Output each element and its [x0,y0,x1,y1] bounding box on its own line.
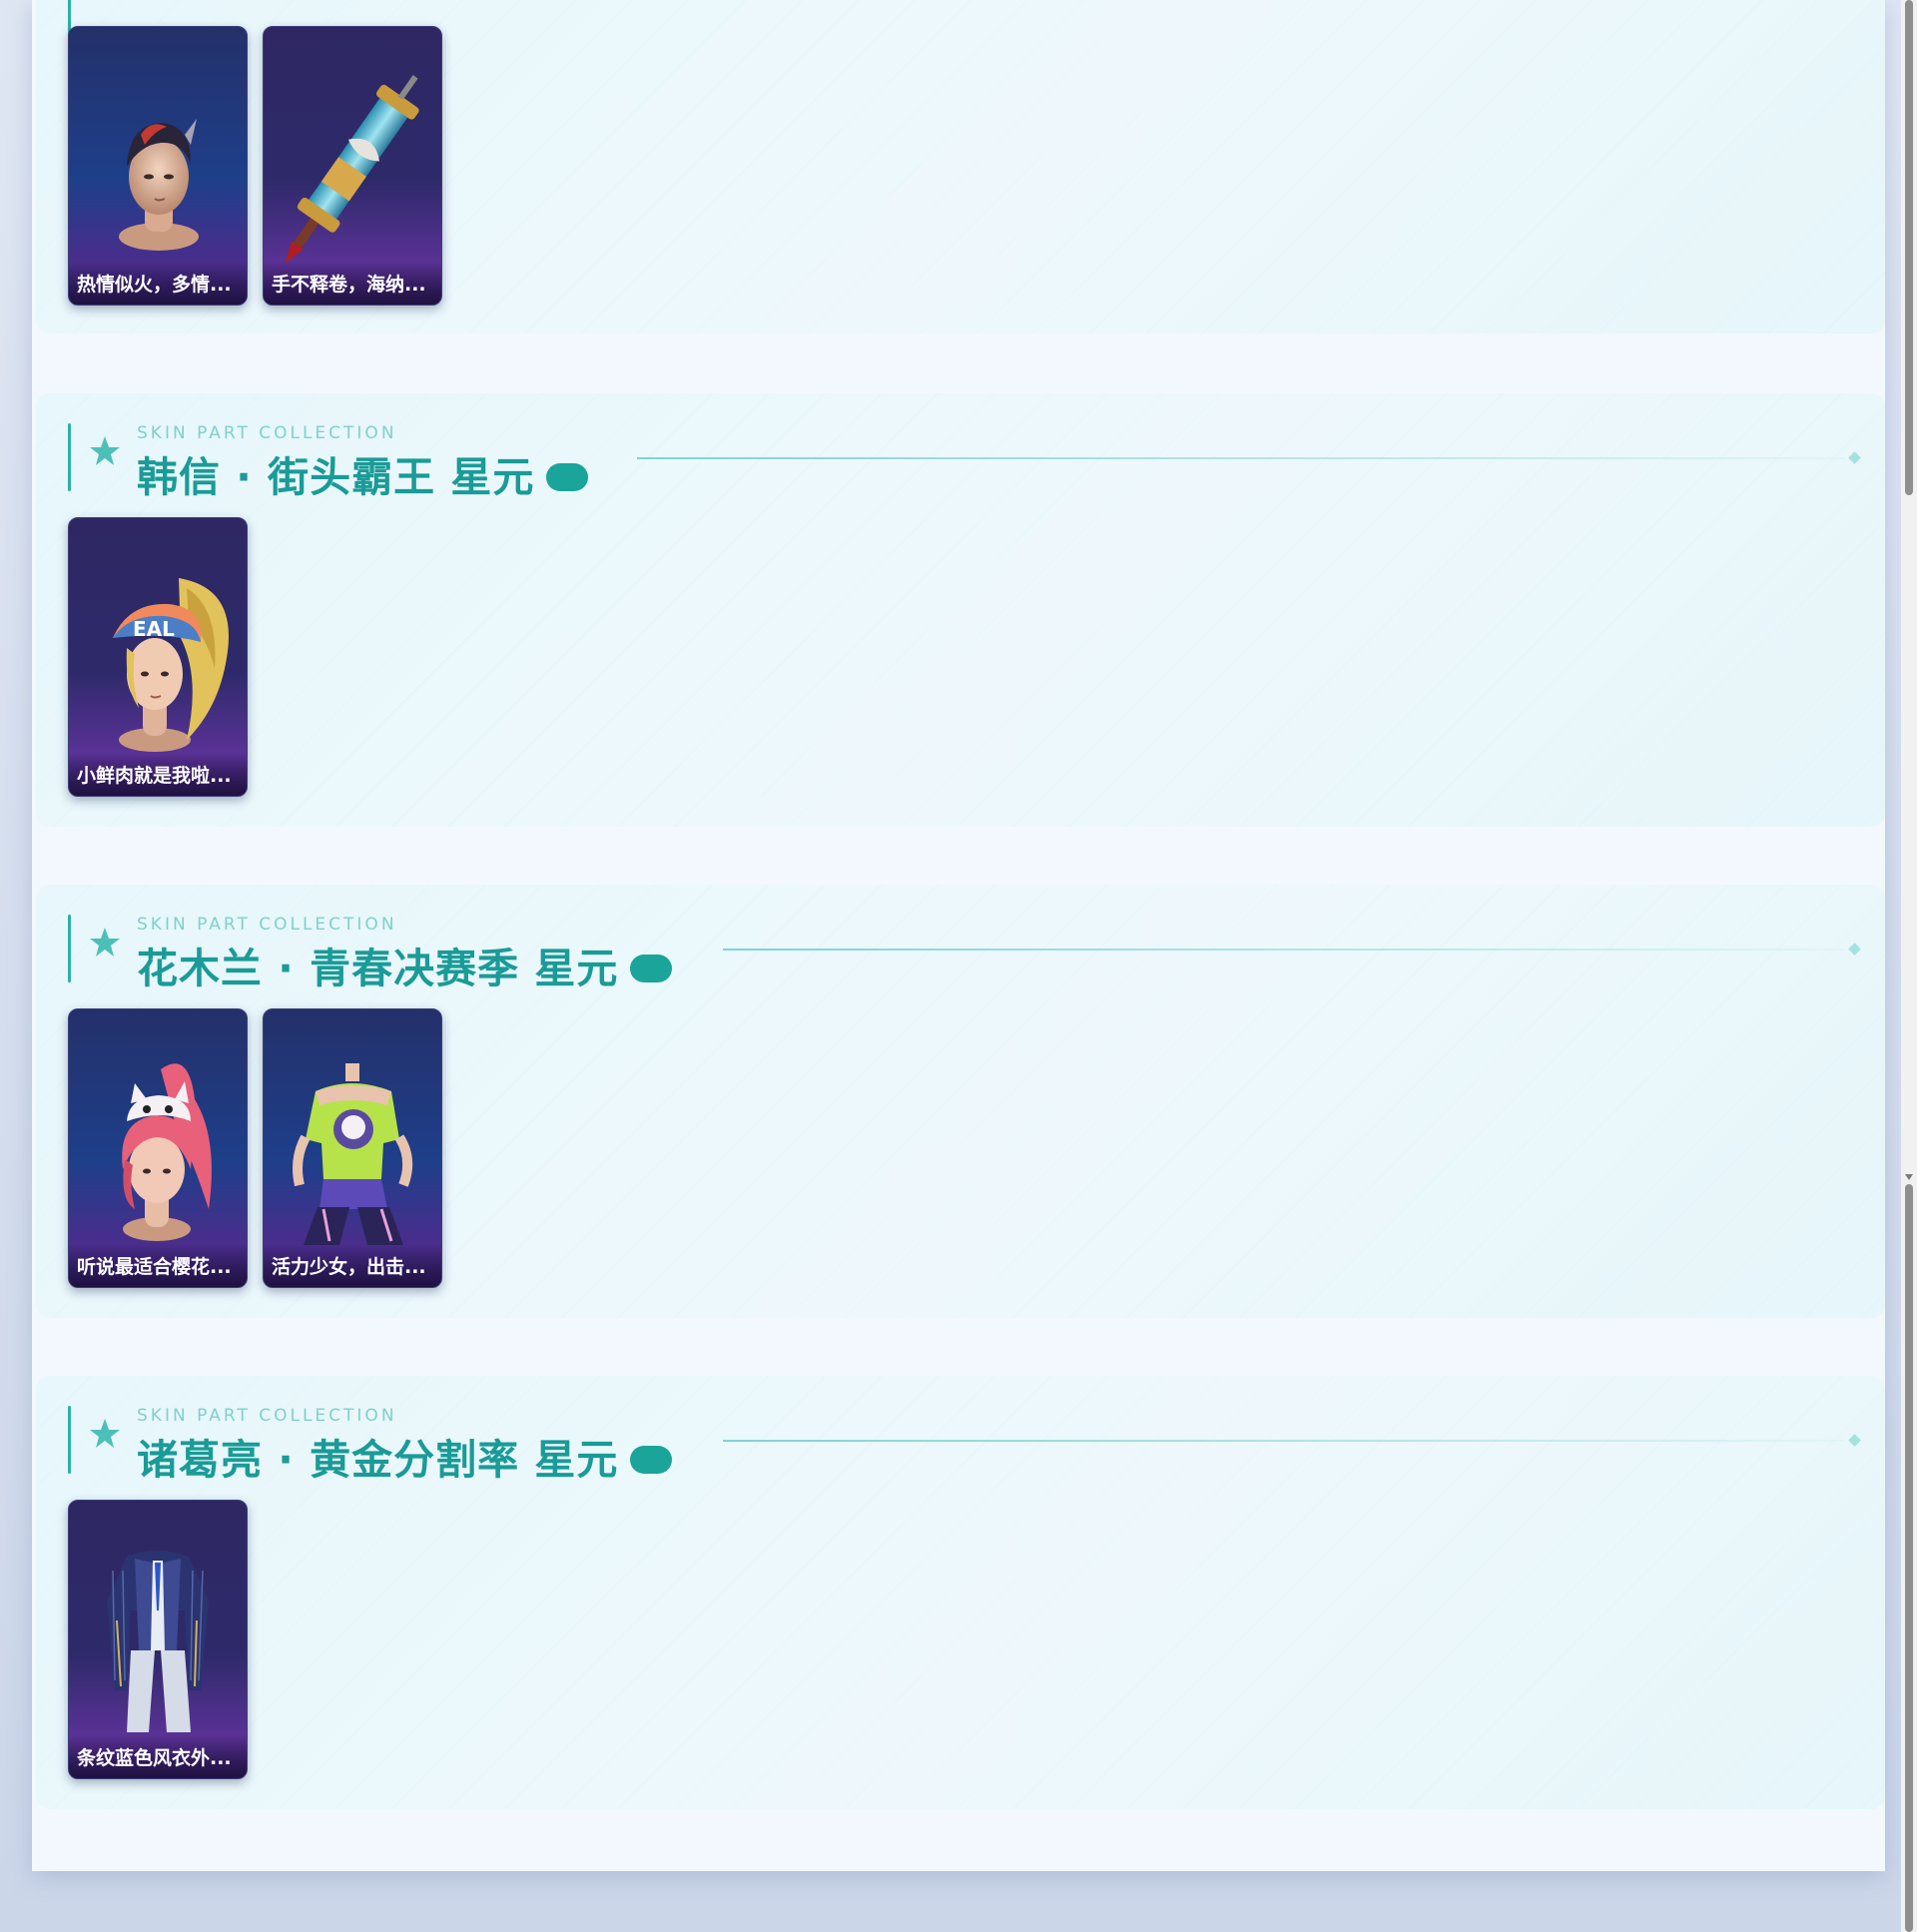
page-viewport: 热情似火，多情... 手不释卷，海纳... SKIN PART COLLECTI… [0,0,1901,1932]
card-caption: 热情似火，多情... [69,261,247,305]
section-eyebrow: SKIN PART COLLECTION [137,915,397,935]
skin-part-card[interactable]: EAL 小鲜肉就是我啦... [68,517,248,797]
section-accent-bar [68,915,71,982]
card-caption: 条纹蓝色风衣外... [69,1734,247,1778]
scroll-thumb-secondary[interactable] [1905,1184,1913,1932]
star-icon [90,436,120,465]
section-divider-line [637,457,1845,459]
section-accent-bar [68,423,71,491]
skin-part-card[interactable]: 条纹蓝色风衣外... [68,1500,248,1779]
section-tag-pill [546,463,589,491]
card-caption: 活力少女，出击... [264,1243,441,1287]
card-caption-text: 小鲜肉就是我啦... [77,764,232,787]
diamond-icon [1848,943,1861,956]
section-divider-line [723,1440,1845,1442]
vertical-scrollbar[interactable] [1901,0,1917,1932]
svg-text:EAL: EAL [133,617,175,641]
section-title: 诸葛亮 · 黄金分割率 星元 [137,1436,619,1484]
card-caption: 听说最适合樱花... [69,1243,247,1287]
scroll-thumb[interactable] [1905,0,1913,495]
card-caption-text: 手不释卷，海纳... [272,273,426,296]
skin-part-card[interactable]: 热情似火，多情... [68,26,248,306]
card-row: 热情似火，多情... 手不释卷，海纳... [68,26,442,306]
section-tag-pill [630,1446,673,1474]
card-caption-text: 听说最适合樱花... [77,1255,232,1278]
section-header: SKIN PART COLLECTION 诸葛亮 · 黄金分割率 星元 [68,1406,1885,1484]
collection-section: SKIN PART COLLECTION 诸葛亮 · 黄金分割率 星元 条纹蓝色… [36,1376,1885,1809]
section-header: SKIN PART COLLECTION 韩信 · 街头霸王 星元 [68,423,1885,501]
card-caption: 小鲜肉就是我啦... [69,752,247,796]
skin-part-card[interactable]: 手不释卷，海纳... [263,26,442,306]
section-title: 花木兰 · 青春决赛季 星元 [137,945,619,992]
card-caption-text: 热情似火，多情... [77,273,232,296]
card-row: EAL 小鲜肉就是我啦... [68,517,248,797]
scroll-down-arrow-icon[interactable] [1905,1174,1913,1180]
card-row: 条纹蓝色风衣外... [68,1500,248,1779]
card-caption-text: 条纹蓝色风衣外... [77,1746,232,1769]
section-eyebrow: SKIN PART COLLECTION [137,423,397,443]
star-icon [90,928,120,957]
section-title-row: 诸葛亮 · 黄金分割率 星元 [137,1426,673,1486]
star-icon [90,1419,120,1448]
section-header: SKIN PART COLLECTION 花木兰 · 青春决赛季 星元 [68,915,1885,992]
section-title-row: 韩信 · 街头霸王 星元 [137,443,589,503]
section-title: 韩信 · 街头霸王 星元 [137,453,535,501]
section-eyebrow: SKIN PART COLLECTION [137,1406,397,1426]
section-tag-pill [630,955,673,982]
section-title-row: 花木兰 · 青春决赛季 星元 [137,935,673,994]
collection-section: SKIN PART COLLECTION 花木兰 · 青春决赛季 星元 听说最适… [36,885,1885,1318]
skin-part-card[interactable]: 活力少女，出击... [263,1008,442,1288]
collection-section: 热情似火，多情... 手不释卷，海纳... [36,0,1885,333]
diamond-icon [1848,451,1861,464]
collection-section: SKIN PART COLLECTION 韩信 · 街头霸王 星元 EAL 小鲜… [36,393,1885,827]
section-divider-line [723,949,1845,951]
diamond-icon [1848,1434,1861,1447]
skin-part-card[interactable]: 听说最适合樱花... [68,1008,248,1288]
content-panel: 热情似火，多情... 手不释卷，海纳... SKIN PART COLLECTI… [32,0,1885,1871]
card-row: 听说最适合樱花... 活力少女，出击... [68,1008,442,1288]
card-caption-text: 活力少女，出击... [272,1255,426,1278]
card-caption: 手不释卷，海纳... [264,261,441,305]
section-accent-bar [68,1406,71,1474]
